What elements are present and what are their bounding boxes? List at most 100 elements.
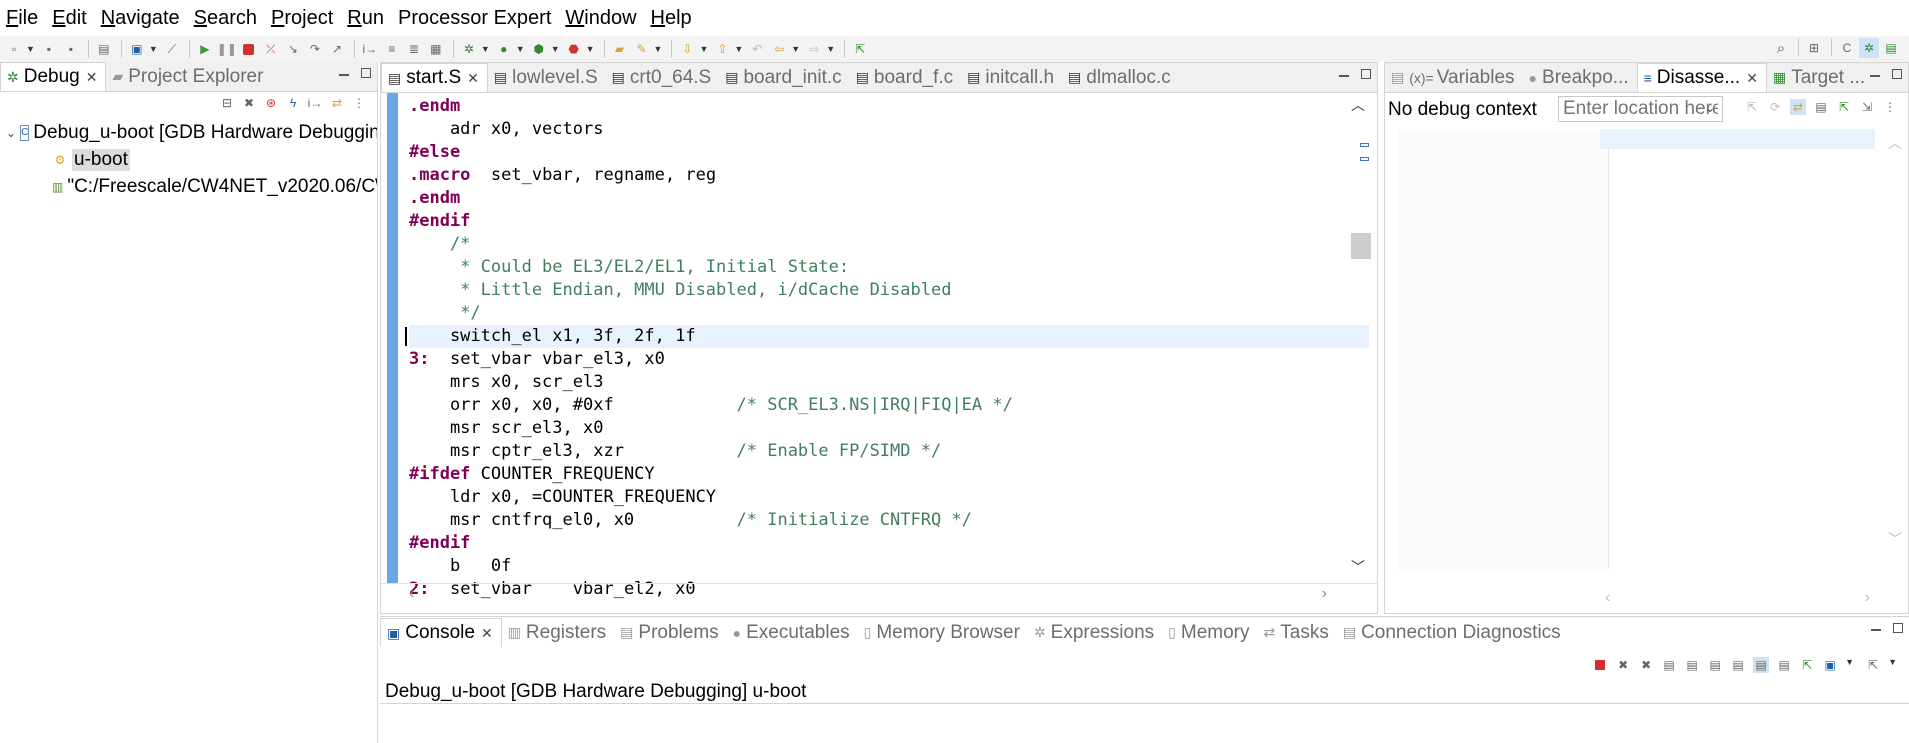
instruction-stepping-icon[interactable]: i→ bbox=[360, 39, 380, 59]
open-folder-icon[interactable]: ▰ bbox=[610, 39, 630, 59]
code-line[interactable]: .endm bbox=[409, 187, 1369, 210]
source-code[interactable]: .endm adr x0, vectors #else .macro set_vba… bbox=[405, 95, 1369, 601]
code-line[interactable]: ldr x0, =COUNTER_FREQUENCY bbox=[409, 486, 1369, 509]
new-icon[interactable]: ▫ bbox=[4, 39, 24, 59]
tab-project-explorer[interactable]: ▰ Project Explorer bbox=[106, 62, 271, 91]
tab-board-init-c[interactable]: ▤ board_init.c bbox=[719, 63, 849, 92]
debug-config-icon[interactable]: ✲ bbox=[459, 39, 479, 59]
prev-annotation-icon[interactable]: ⇧ bbox=[712, 39, 732, 59]
view-menu-icon[interactable]: ⋮ bbox=[1882, 99, 1898, 115]
new-console-icon[interactable]: ⇱ bbox=[1865, 657, 1881, 673]
code-line[interactable]: msr cptr_el3, xzr /* Enable FP/SIMD */ bbox=[409, 440, 1369, 463]
search-icon[interactable]: ⌕ bbox=[1771, 38, 1791, 58]
save-all-icon[interactable]: ▪ bbox=[61, 39, 81, 59]
external-tools-icon[interactable]: ⬢ bbox=[529, 39, 549, 59]
menu-search[interactable]: Search bbox=[194, 7, 257, 30]
close-icon[interactable]: ✕ bbox=[1746, 70, 1758, 87]
tree-item-process[interactable]: ⚙ u-boot bbox=[0, 146, 377, 173]
code-line[interactable]: switch_el x1, 3f, 2f, 1f bbox=[405, 325, 1369, 348]
tab-start-s[interactable]: ▤ start.S ✕ bbox=[381, 63, 488, 92]
minimize-icon[interactable] bbox=[1871, 629, 1881, 631]
code-line[interactable]: #endif bbox=[409, 532, 1369, 555]
menu-project[interactable]: Project bbox=[271, 7, 333, 30]
tab-breakpo[interactable]: ● Breakpo... bbox=[1523, 63, 1637, 92]
prev-annotation-dropdown-icon[interactable]: ▼ bbox=[734, 44, 743, 54]
tree-item-launch[interactable]: ⌄ C Debug_u-boot [GDB Hardware Debugging… bbox=[0, 119, 377, 146]
view-menu-icon[interactable]: ⋮ bbox=[351, 95, 367, 111]
tab-console[interactable]: ▣ Console ✕ bbox=[380, 618, 502, 647]
external-tools-dropdown-icon[interactable]: ▼ bbox=[551, 44, 560, 54]
word-wrap-icon[interactable]: ▤ bbox=[1707, 657, 1723, 673]
code-line[interactable]: adr x0, vectors bbox=[409, 118, 1369, 141]
chevron-down-icon[interactable]: ⌄ bbox=[1705, 101, 1715, 115]
debug-config-dropdown-icon[interactable]: ▼ bbox=[481, 44, 490, 54]
code-line[interactable]: .macro set_vbar, regname, reg bbox=[409, 164, 1369, 187]
tab-dlmalloc-c[interactable]: ▤ dlmalloc.c bbox=[1062, 63, 1179, 92]
scroll-lock-icon[interactable]: ▤ bbox=[1684, 657, 1700, 673]
tab-executables[interactable]: ● Executables bbox=[727, 618, 858, 647]
next-annotation-icon[interactable]: ⇩ bbox=[677, 39, 697, 59]
last-edit-icon[interactable]: ↶ bbox=[747, 39, 767, 59]
export-icon[interactable]: ⇱ bbox=[1836, 99, 1852, 115]
minimize-icon[interactable] bbox=[339, 74, 349, 76]
tab-memory-browser[interactable]: ▯ Memory Browser bbox=[858, 618, 1028, 647]
menu-help[interactable]: Help bbox=[651, 7, 692, 30]
close-icon[interactable]: ✕ bbox=[86, 69, 98, 86]
next-annotation-dropdown-icon[interactable]: ▼ bbox=[699, 44, 708, 54]
menu-processor-expert[interactable]: Processor Expert bbox=[398, 7, 551, 30]
clear-console-icon[interactable]: ▤ bbox=[1661, 657, 1677, 673]
open-perspective-icon[interactable]: ⊞ bbox=[1804, 38, 1824, 58]
show-stdout-icon[interactable]: ▤ bbox=[1730, 657, 1746, 673]
connect-process-icon[interactable]: ⊛ bbox=[263, 95, 279, 111]
menu-window[interactable]: Window bbox=[565, 7, 636, 30]
code-line[interactable]: 3: set_vbar vbar_el3, x0 bbox=[409, 348, 1369, 371]
pencil-dropdown-icon[interactable]: ▼ bbox=[654, 44, 663, 54]
code-line[interactable]: /* bbox=[409, 233, 1369, 256]
tab-problems[interactable]: ▤ Problems bbox=[614, 618, 726, 647]
step-filter-icon[interactable]: ϟ bbox=[285, 95, 301, 111]
tab-board-f-c[interactable]: ▤ board_f.c bbox=[850, 63, 961, 92]
pin-console-icon[interactable]: ▤ bbox=[1776, 657, 1792, 673]
processor-expert-perspective-icon[interactable]: ▤ bbox=[1881, 38, 1901, 58]
minimize-icon[interactable] bbox=[1870, 75, 1880, 77]
remove-terminated-icon[interactable]: ✖ bbox=[241, 95, 257, 111]
tab-lowlevel-s[interactable]: ▤ lowlevel.S bbox=[488, 63, 606, 92]
open-console-icon[interactable]: ▣ bbox=[1822, 657, 1838, 673]
flash-icon[interactable]: ⬣ bbox=[564, 39, 584, 59]
restart-icon[interactable]: ≣ bbox=[404, 39, 424, 59]
tab-target[interactable]: ▦ Target ... bbox=[1767, 63, 1873, 92]
chevron-left-icon[interactable]: ‹ bbox=[1605, 589, 1610, 607]
tab-debug[interactable]: ✲ Debug ✕ bbox=[0, 62, 107, 91]
chevron-right-icon[interactable]: › bbox=[1865, 589, 1870, 607]
tab-disasse[interactable]: ≡ Disasse... ✕ bbox=[1636, 63, 1767, 92]
debug-perspective-icon[interactable]: ✲ bbox=[1859, 38, 1879, 58]
resume-icon[interactable]: ▶ bbox=[195, 39, 215, 59]
chevron-down-icon[interactable]: ﹀ bbox=[1888, 529, 1902, 549]
collapse-all-icon[interactable]: ⊟ bbox=[219, 95, 235, 111]
code-line[interactable]: .endm bbox=[409, 95, 1369, 118]
disassembly-horizontal-scrollbar[interactable]: ‹ › bbox=[1385, 589, 1908, 611]
terminate-icon[interactable] bbox=[239, 39, 259, 59]
menu-file[interactable]: File bbox=[6, 7, 38, 30]
horizontal-scrollbar[interactable]: ‹ › bbox=[381, 583, 1377, 607]
forward-icon[interactable]: ⇨ bbox=[804, 39, 824, 59]
maximize-icon[interactable] bbox=[361, 68, 371, 78]
suspend-icon[interactable]: ❚❚ bbox=[217, 39, 237, 59]
code-line[interactable]: * Little Endian, MMU Disabled, i/dCache … bbox=[409, 279, 1369, 302]
open-console-dropdown-icon[interactable]: ▼ bbox=[1845, 657, 1854, 673]
remove-all-terminated-icon[interactable]: ✖ bbox=[1638, 657, 1654, 673]
tab-memory[interactable]: ▯ Memory bbox=[1162, 618, 1257, 647]
tab-expressions[interactable]: ✲ Expressions bbox=[1028, 618, 1162, 647]
back-dropdown-icon[interactable]: ▼ bbox=[791, 44, 800, 54]
tab-tasks[interactable]: ⇄ Tasks bbox=[1258, 618, 1337, 647]
link-icon[interactable]: ⇄ bbox=[329, 95, 345, 111]
show-console-icon[interactable]: ▤ bbox=[1753, 657, 1770, 673]
code-line[interactable]: b 0f bbox=[409, 555, 1369, 578]
chevron-right-icon[interactable]: › bbox=[1322, 585, 1327, 603]
code-line[interactable]: * Could be EL3/EL2/EL1, Initial State: bbox=[409, 256, 1369, 279]
minimize-icon[interactable] bbox=[1339, 75, 1349, 77]
location-input[interactable] bbox=[1558, 96, 1723, 122]
flash-dropdown-icon[interactable]: ▼ bbox=[586, 44, 595, 54]
close-icon[interactable]: ✕ bbox=[467, 70, 479, 87]
pin-editor-icon[interactable]: ⇱ bbox=[850, 39, 870, 59]
